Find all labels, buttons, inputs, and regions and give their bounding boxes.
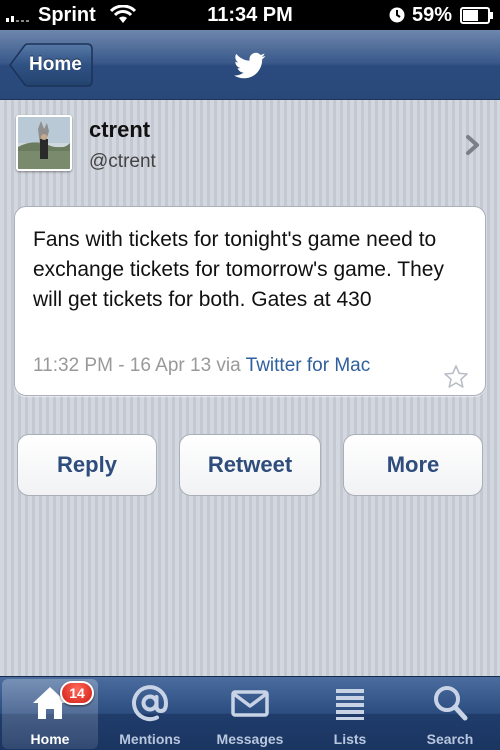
tweet-meta: 11:32 PM - 16 Apr 13 via Twitter for Mac xyxy=(33,355,370,377)
tweet-card: Fans with tickets for tonight's game nee… xyxy=(14,206,486,396)
tab-bar: 14 Home Mentions Messages Lists Search xyxy=(0,676,500,750)
tab-label-home: Home xyxy=(30,731,70,747)
tweet-timestamp: 11:32 PM - 16 Apr 13 via xyxy=(33,355,246,376)
tab-search[interactable]: Search xyxy=(402,679,498,749)
tweet-source-link[interactable]: Twitter for Mac xyxy=(246,355,371,376)
navigation-bar: Home xyxy=(0,30,500,100)
notification-badge: 14 xyxy=(60,681,94,705)
list-icon xyxy=(336,689,364,720)
tab-label-messages: Messages xyxy=(216,731,284,747)
tab-lists[interactable]: Lists xyxy=(302,679,398,749)
profile-row[interactable]: ctrent @ctrent xyxy=(0,100,500,196)
tab-label-lists: Lists xyxy=(333,731,367,747)
chevron-right-icon[interactable] xyxy=(465,134,481,156)
battery-percent: 59% xyxy=(412,4,453,26)
avatar-image xyxy=(18,117,70,169)
star-icon[interactable] xyxy=(443,364,469,390)
reply-button[interactable]: Reply xyxy=(17,434,157,496)
tweet-text: Fans with tickets for tonight's game nee… xyxy=(33,228,444,311)
back-button-home[interactable]: Home xyxy=(9,43,93,87)
avatar[interactable] xyxy=(16,115,72,171)
battery-icon xyxy=(460,7,493,24)
tab-label-mentions: Mentions xyxy=(119,731,181,747)
retweet-button[interactable]: Retweet xyxy=(179,434,321,496)
envelope-icon xyxy=(231,690,269,717)
tab-home[interactable]: 14 Home xyxy=(2,679,98,749)
display-name: ctrent xyxy=(89,117,151,142)
at-sign-icon xyxy=(132,685,169,722)
lock-icon xyxy=(389,7,405,23)
status-bar: Sprint 11:34 PM 59% xyxy=(0,0,500,30)
back-button-label: Home xyxy=(29,54,82,75)
username: @ctrent xyxy=(89,151,156,172)
twitter-bird-icon xyxy=(234,52,266,79)
search-icon xyxy=(434,686,468,721)
tab-label-search: Search xyxy=(426,731,474,747)
more-button[interactable]: More xyxy=(343,434,483,496)
tab-messages[interactable]: Messages xyxy=(202,679,298,749)
tab-mentions[interactable]: Mentions xyxy=(102,679,198,749)
